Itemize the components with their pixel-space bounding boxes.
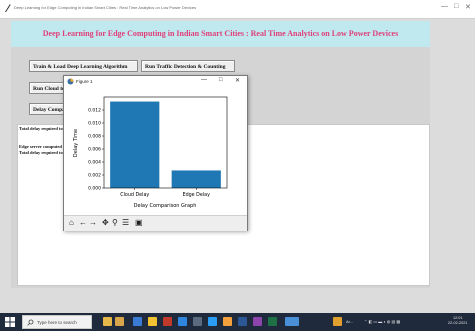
tray-app-icon[interactable] — [333, 317, 342, 326]
mail-icon[interactable] — [193, 317, 202, 326]
close-button[interactable]: ✕ — [465, 3, 471, 11]
run-cloud-button[interactable]: Run Cloud to E — [29, 82, 65, 94]
app-icon[interactable] — [163, 317, 172, 326]
delay-comparison-button[interactable]: Delay Compar — [29, 103, 65, 115]
delay-bar-chart: 0.000 0.002 0.004 0.006 0.008 0.010 0.012 Clou… — [73, 96, 228, 209]
output-line: Total delay required to — [19, 126, 63, 131]
figure-icon — [67, 78, 74, 85]
y-axis-label: Delay Time — [73, 129, 79, 157]
bar-edge-delay — [171, 170, 221, 188]
app-icon[interactable] — [253, 317, 262, 326]
search-icon — [27, 319, 34, 326]
zoom-icon[interactable]: ⚲ — [112, 219, 118, 227]
figure-window[interactable]: Figure 1 — □ ✕ 0.000 0.002 0.004 0.006 0.008… — [63, 75, 248, 231]
forward-icon[interactable]: → — [89, 219, 97, 227]
save-icon[interactable]: ▣ — [135, 219, 143, 227]
app-icon[interactable] — [268, 317, 277, 326]
x-tick-label: Edge Delay — [183, 192, 211, 198]
traffic-detection-button[interactable]: Run Traffic Detection & Counting — [141, 60, 235, 72]
page-title: Deep Learning for Edge Computing in Indi… — [42, 29, 399, 38]
app-icon[interactable] — [223, 317, 232, 326]
taskbar-search-input[interactable]: Type here to search — [22, 315, 92, 329]
taskbar-clock[interactable]: 12:01 22-02-2021 — [448, 316, 467, 326]
figure-minimize-button[interactable]: — — [201, 77, 207, 83]
word-icon[interactable] — [238, 317, 247, 326]
y-tick-label: 0.000 — [88, 186, 101, 192]
window-title: Deep Learning for Edge Computing in Indi… — [14, 5, 197, 10]
figure-toolbar: ⌂ ← → ✥ ⚲ ☰ ▣ — [64, 215, 247, 231]
app-titlebar: Deep Learning for Edge Computing in Indi… — [0, 0, 475, 19]
people-icon[interactable] — [115, 317, 124, 326]
windows-start-icon[interactable] — [5, 317, 15, 327]
python-figure-icon[interactable] — [285, 317, 299, 326]
figure-close-button[interactable]: ✕ — [235, 77, 240, 84]
figure-canvas: 0.000 0.002 0.004 0.006 0.008 0.010 0.012 Clou… — [64, 87, 247, 215]
back-icon[interactable]: ← — [79, 219, 87, 227]
output-line: Total delay required to — [19, 150, 63, 155]
settings-icon[interactable] — [208, 317, 217, 326]
taskbar: Type here to search Ar... ⌃ ◧ ▭ ▬ ◖ ◍ ▤ … — [0, 313, 475, 331]
minimize-button[interactable]: — — [441, 3, 448, 10]
store-icon[interactable] — [178, 317, 187, 326]
configure-icon[interactable]: ☰ — [122, 219, 129, 227]
y-tick-label: 0.006 — [88, 147, 101, 153]
home-icon[interactable]: ⌂ — [69, 219, 74, 227]
y-tick-label: 0.002 — [88, 173, 101, 179]
clock-date: 22-02-2021 — [448, 321, 468, 325]
y-tick-label: 0.010 — [88, 121, 101, 127]
file-explorer-icon[interactable] — [148, 317, 157, 326]
header-band: Deep Learning for Edge Computing in Indi… — [11, 21, 430, 47]
y-tick-label: 0.008 — [88, 134, 101, 140]
search-placeholder: Type here to search — [37, 320, 77, 325]
figure-titlebar[interactable]: Figure 1 — □ ✕ — [64, 76, 247, 87]
edge-browser-icon[interactable] — [133, 317, 142, 326]
task-view-icon[interactable] — [103, 317, 112, 326]
system-tray-icons[interactable]: ⌃ ◧ ▭ ▬ ◖ ◍ ▤ ▦ — [364, 319, 400, 324]
figure-title: Figure 1 — [76, 79, 93, 84]
bar-cloud-delay — [110, 101, 160, 188]
tray-text: Ar... — [346, 319, 354, 324]
pan-icon[interactable]: ✥ — [102, 219, 109, 227]
train-load-button[interactable]: Train & Load Deep Learning Algorithm — [29, 60, 138, 72]
y-tick-label: 0.012 — [88, 108, 101, 114]
output-line: Edge server computed — [19, 144, 62, 149]
y-tick-label: 0.004 — [88, 160, 101, 166]
x-axis-label: Delay Comparison Graph — [134, 203, 197, 209]
feather-icon — [5, 4, 11, 12]
x-tick-label: Cloud Delay — [120, 192, 149, 198]
figure-maximize-button[interactable]: □ — [219, 77, 223, 83]
maximize-button[interactable]: □ — [454, 3, 458, 10]
